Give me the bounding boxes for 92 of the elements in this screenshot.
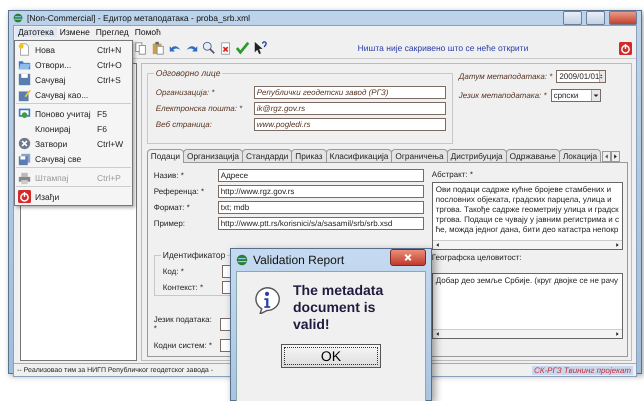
tab[interactable]: Стандарди xyxy=(242,149,292,162)
field-label: Језик података: * xyxy=(154,315,213,333)
scroll-left-icon[interactable] xyxy=(434,242,440,248)
printer-icon xyxy=(18,172,31,184)
field-label: Географска целовитост: xyxy=(432,253,523,262)
group-title: Идентификатор xyxy=(160,250,228,260)
text-area[interactable] xyxy=(432,182,623,250)
menu-item[interactable]: Изађи xyxy=(16,189,131,204)
text-field[interactable]: Адресе xyxy=(218,169,424,182)
power-icon xyxy=(18,190,31,203)
horizontal-scrollbar[interactable] xyxy=(432,329,622,338)
maximize-button[interactable] xyxy=(586,11,605,25)
copy-icon[interactable] xyxy=(134,41,148,55)
text-field[interactable]: http://www.ptt.rs/korisnici/s/a/sasamil/srb/srb.xsd xyxy=(218,217,424,230)
help-pointer-icon[interactable] xyxy=(253,41,267,55)
globe-icon xyxy=(236,254,248,266)
text-line: Ови подаци садрже кућне бројеве стамбених и xyxy=(436,185,612,194)
check-icon[interactable] xyxy=(236,41,250,55)
field-label: Кодни систем: * xyxy=(154,341,213,350)
monitor-icon xyxy=(18,107,31,120)
text-field[interactable]: www.pogledi.rs xyxy=(254,118,446,131)
text-field[interactable]: http://www.rgz.gov.rs xyxy=(218,185,424,198)
new-file-icon xyxy=(18,43,31,56)
menu-item[interactable]: Сачувај као... xyxy=(16,87,131,104)
field-label: Електронска пошта: * xyxy=(156,104,244,113)
group-title: Одговорно лице xyxy=(154,68,222,78)
text-line: тргова. Подаци се чувају у јавним регистрима и с xyxy=(436,215,619,224)
menu-item[interactable]: Датотека xyxy=(15,27,57,37)
window-title: [Non-Commercial] - Едитор метаподатака - proba_srb.xml xyxy=(27,13,250,23)
field-label: Абстракт: * xyxy=(432,170,474,179)
dialog-message: The metadata document is valid! xyxy=(293,282,384,332)
tab[interactable]: Подаци xyxy=(146,149,184,163)
delete-icon[interactable] xyxy=(219,41,233,55)
field-label: Код: * xyxy=(162,267,185,276)
menu-item[interactable]: Поново учитај F5 xyxy=(16,106,131,121)
text-field[interactable]: Републички геодетски завод (РГЗ) xyxy=(254,86,446,99)
info-icon xyxy=(253,286,281,314)
menu-item[interactable]: Измене xyxy=(56,27,93,37)
globe-icon xyxy=(13,13,23,23)
scroll-right-icon[interactable] xyxy=(611,151,620,162)
power-icon[interactable] xyxy=(619,42,632,54)
tab[interactable]: Дистрибуција xyxy=(446,149,507,162)
ok-button[interactable]: OK xyxy=(281,344,381,368)
field-label: Датум метаподатака: * xyxy=(458,72,552,81)
floppies-icon xyxy=(18,152,31,166)
menu-item[interactable]: Затвори Ctrl+W xyxy=(16,136,131,151)
menu-item[interactable]: Сачувај Ctrl+S xyxy=(16,72,131,87)
menu-item[interactable]: Сачувај све xyxy=(16,151,131,168)
scroll-left-icon[interactable] xyxy=(434,331,440,337)
text-line: Добар део земље Србије. (круг двојке се не рачу xyxy=(436,276,619,285)
text-line: ће, можда једног дана, бити део катастра непокр xyxy=(436,225,619,234)
tab[interactable]: Организација xyxy=(182,149,243,162)
menu-item[interactable]: Нова Ctrl+N xyxy=(16,42,131,57)
spin-arrows-icon[interactable] xyxy=(599,71,606,82)
horizontal-scrollbar[interactable] xyxy=(432,240,622,249)
date-spinner[interactable]: 2009/01/01 xyxy=(556,70,606,83)
language-dropdown[interactable]: српски xyxy=(550,89,601,102)
field-label: Пример: xyxy=(154,219,186,228)
menu-item[interactable]: Помоћ xyxy=(132,27,164,37)
menu-item[interactable]: Отвори... Ctrl+O xyxy=(16,57,131,72)
scroll-left-icon[interactable] xyxy=(602,151,612,162)
field-label: Назив: * xyxy=(154,171,185,180)
field-label: Језик метаподатака: * xyxy=(458,91,547,100)
floppy-pencil-icon xyxy=(18,88,31,102)
field-label: Референца: * xyxy=(154,187,206,196)
tab[interactable]: Одржавање xyxy=(506,149,560,162)
floppy-icon xyxy=(18,73,31,86)
status-text: СК-РГЗ Твининг пројекат xyxy=(532,366,633,374)
tab[interactable]: Локација xyxy=(558,149,602,162)
menu-item[interactable]: Преглед xyxy=(92,27,132,37)
search-icon[interactable] xyxy=(202,41,216,55)
text-line: тргова. Такође садрже геометрију улица и градск xyxy=(436,205,619,214)
dialog-title: Validation Report xyxy=(253,253,344,267)
scroll-right-icon[interactable] xyxy=(615,242,620,248)
tab[interactable]: Ограничења xyxy=(391,149,448,162)
close-circle-icon xyxy=(18,137,31,150)
text-line: пословних објеката, градских парцела, улица и xyxy=(436,195,613,204)
field-label: Организација: * xyxy=(156,88,216,97)
field-label: Контекст: * xyxy=(162,283,204,292)
field-label: Веб страница: xyxy=(156,120,213,129)
text-area[interactable]: Добар део земље Србије. (круг двојке се не рачу xyxy=(432,273,623,339)
menu-item[interactable]: Клонирај F6 xyxy=(16,121,131,136)
motto-text: Ништа није сакривено што се неће открити xyxy=(356,43,530,53)
minimize-button[interactable] xyxy=(563,11,582,25)
scroll-right-icon[interactable] xyxy=(615,331,620,337)
field-label: Формат: * xyxy=(154,203,191,212)
tab[interactable]: Класификација xyxy=(326,149,392,162)
tab[interactable]: Приказ xyxy=(291,149,327,162)
paste-icon[interactable] xyxy=(151,41,165,55)
text-field[interactable]: txt; mdb xyxy=(218,201,424,214)
text-field[interactable]: ik@rgz.gov.rs xyxy=(254,102,446,115)
close-button[interactable] xyxy=(390,249,426,266)
